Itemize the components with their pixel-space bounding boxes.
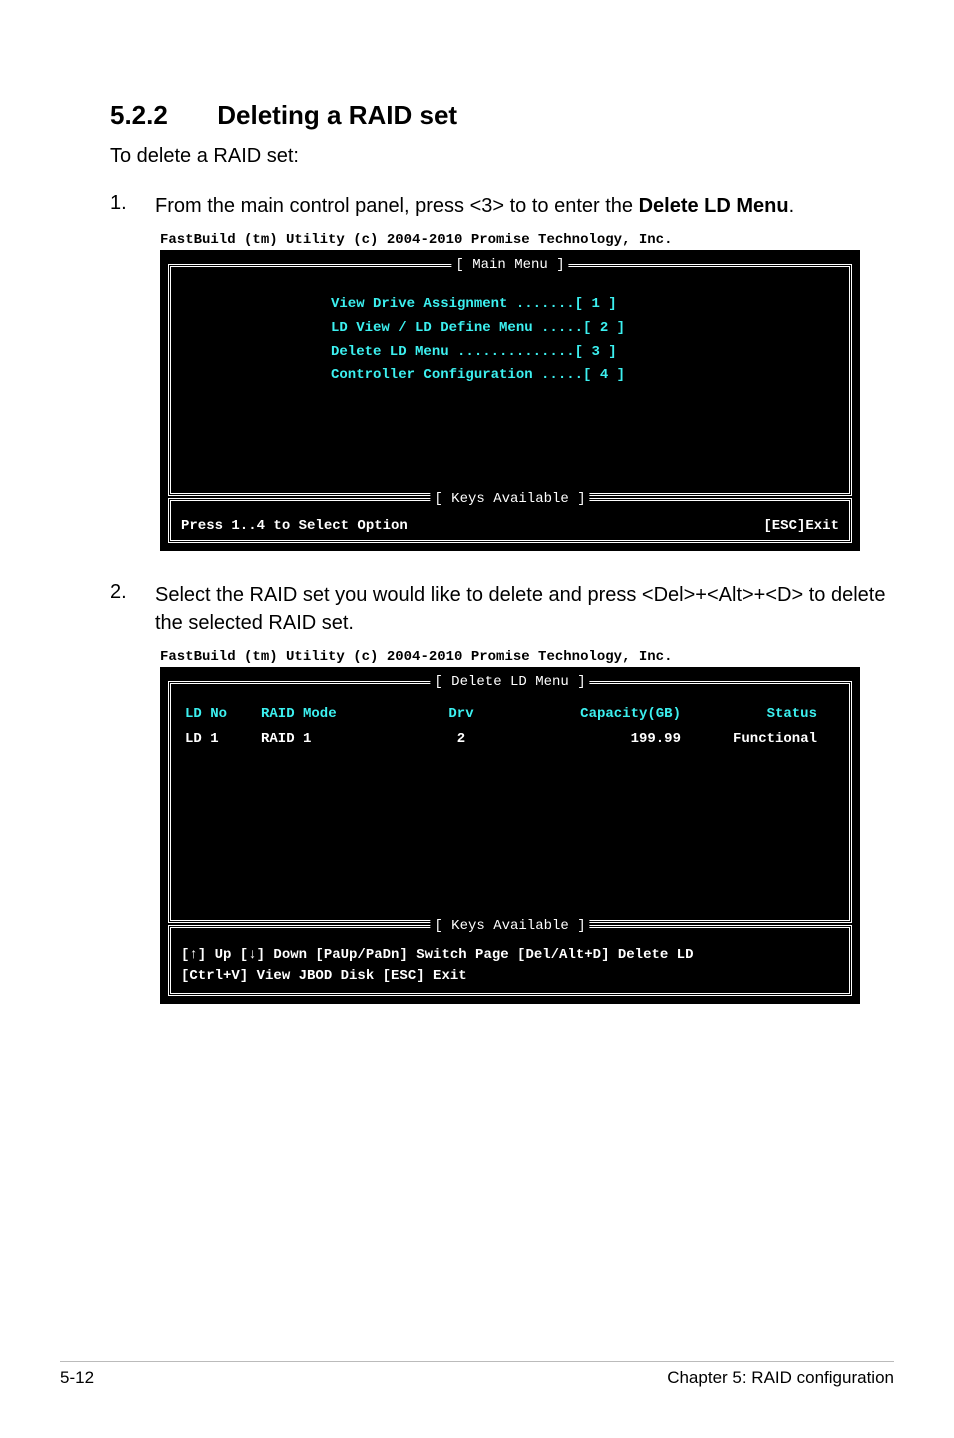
keys-title-2: [ Keys Available ] xyxy=(430,918,589,934)
ld-table: LD No RAID Mode Drv Capacity(GB) Status … xyxy=(181,692,839,912)
keys-foot-1: Press 1..4 to Select Option [ESC]Exit xyxy=(168,512,852,543)
th-ld: LD No xyxy=(181,706,261,722)
step-1-post: . xyxy=(789,195,795,217)
step-1-number: 1. xyxy=(110,192,155,220)
terminal-2-header: FastBuild (tm) Utility (c) 2004-2010 Pro… xyxy=(160,649,894,665)
keys-title-1: [ Keys Available ] xyxy=(430,491,589,507)
heading-number: 5.2.2 xyxy=(110,100,210,131)
mm-line-2: LD View / LD Define Menu .....[ 2 ] xyxy=(331,317,839,341)
main-menu-title: [ Main Menu ] xyxy=(451,257,568,273)
footer-left: 5-12 xyxy=(60,1368,94,1388)
step-1-pre: From the main control panel, press <3> t… xyxy=(155,195,639,217)
keys-foot-2: [↑] Up [↓] Down [PaUp/PaDn] Switch Page … xyxy=(168,939,852,996)
heading-title: Deleting a RAID set xyxy=(217,100,457,130)
delete-ld-title: [ Delete LD Menu ] xyxy=(430,674,589,690)
ld-table-row: LD 1 RAID 1 2 199.99 Functional xyxy=(181,726,839,751)
td-mode: RAID 1 xyxy=(261,731,401,747)
th-mode: RAID Mode xyxy=(261,706,401,722)
mm-line-3: Delete LD Menu ..............[ 3 ] xyxy=(331,341,839,365)
main-menu-box: [ Main Menu ] View Drive Assignment ....… xyxy=(168,264,852,496)
keys-foot-left: Press 1..4 to Select Option xyxy=(181,518,408,534)
keys-bar-2: [ Keys Available ] xyxy=(168,925,852,939)
step-1-bold: Delete LD Menu xyxy=(639,195,789,217)
th-stat: Status xyxy=(701,706,821,722)
terminal-1: [ Main Menu ] View Drive Assignment ....… xyxy=(160,250,860,551)
step-2-number: 2. xyxy=(110,581,155,637)
step-1-text: From the main control panel, press <3> t… xyxy=(155,192,894,220)
keys-foot2-line2: [Ctrl+V] View JBOD Disk [ESC] Exit xyxy=(181,966,839,987)
th-cap: Capacity(GB) xyxy=(521,706,701,722)
keys-bar-1: [ Keys Available ] xyxy=(168,498,852,512)
th-drv: Drv xyxy=(401,706,521,722)
intro-text: To delete a RAID set: xyxy=(110,145,894,168)
section-heading: 5.2.2 Deleting a RAID set xyxy=(110,100,844,131)
mm-line-4: Controller Configuration .....[ 4 ] xyxy=(331,364,839,388)
footer-right: Chapter 5: RAID configuration xyxy=(667,1368,894,1388)
terminal-1-wrap: FastBuild (tm) Utility (c) 2004-2010 Pro… xyxy=(160,232,894,551)
td-stat: Functional xyxy=(701,731,821,747)
ld-table-head: LD No RAID Mode Drv Capacity(GB) Status xyxy=(181,702,839,726)
step-1: 1. From the main control panel, press <3… xyxy=(110,192,894,220)
step-2: 2. Select the RAID set you would like to… xyxy=(110,581,894,637)
main-menu-body: View Drive Assignment .......[ 1 ] LD Vi… xyxy=(181,275,839,485)
terminal-2: [ Delete LD Menu ] LD No RAID Mode Drv C… xyxy=(160,667,860,1004)
page-footer: 5-12 Chapter 5: RAID configuration xyxy=(60,1361,894,1388)
step-2-text: Select the RAID set you would like to de… xyxy=(155,581,894,637)
td-drv: 2 xyxy=(401,731,521,747)
keys-foot-right: [ESC]Exit xyxy=(763,518,839,534)
td-cap: 199.99 xyxy=(521,731,701,747)
delete-ld-box: [ Delete LD Menu ] LD No RAID Mode Drv C… xyxy=(168,681,852,923)
terminal-1-header: FastBuild (tm) Utility (c) 2004-2010 Pro… xyxy=(160,232,894,248)
keys-foot2-line1: [↑] Up [↓] Down [PaUp/PaDn] Switch Page … xyxy=(181,945,839,966)
td-ld: LD 1 xyxy=(181,731,261,747)
terminal-2-wrap: FastBuild (tm) Utility (c) 2004-2010 Pro… xyxy=(160,649,894,1004)
mm-line-1: View Drive Assignment .......[ 1 ] xyxy=(331,293,839,317)
